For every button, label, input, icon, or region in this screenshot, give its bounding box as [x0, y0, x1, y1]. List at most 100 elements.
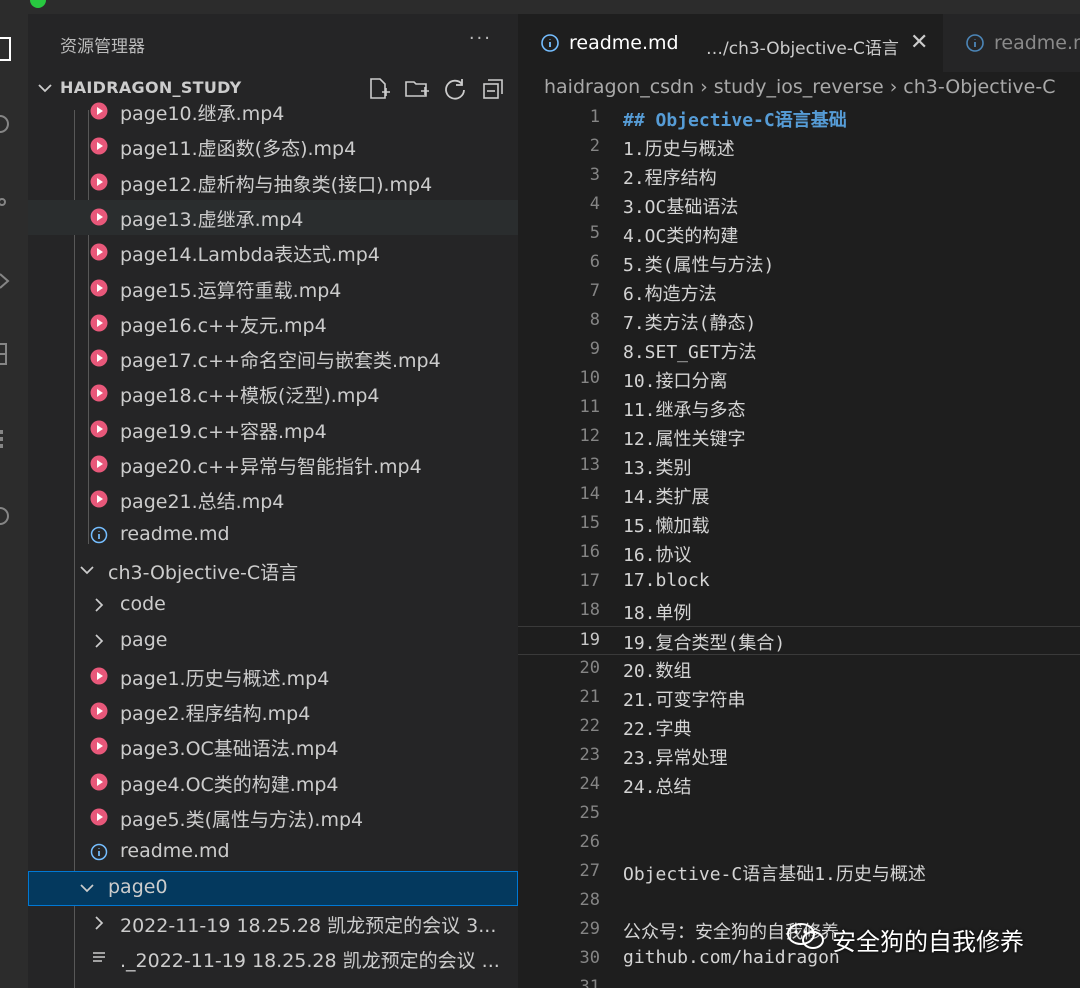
line-number: 16: [579, 542, 600, 562]
editor-line[interactable]: 16 16.协议: [518, 539, 1080, 568]
breadcrumb-item[interactable]: study_ios_reverse: [714, 76, 884, 98]
search-icon[interactable]: [0, 112, 14, 134]
tree-folder-item[interactable]: page: [28, 624, 518, 659]
breadcrumb-item[interactable]: ch3-Objective-C: [903, 76, 1055, 98]
editor-line[interactable]: 23 23.异常处理: [518, 742, 1080, 771]
timeline-icon[interactable]: [0, 504, 14, 526]
editor-line[interactable]: 7 6.构造方法: [518, 278, 1080, 307]
run-debug-icon[interactable]: [0, 268, 14, 290]
editor-line[interactable]: 1 ## Objective-C语言基础: [518, 104, 1080, 133]
editor-line[interactable]: 9 8.SET_GET方法: [518, 336, 1080, 365]
editor-line[interactable]: 28: [518, 887, 1080, 916]
editor-line[interactable]: 27 Objective-C语言基础1.历史与概述: [518, 858, 1080, 887]
line-number: 6: [589, 252, 600, 272]
tree-file-item[interactable]: readme.md: [28, 835, 518, 870]
tree-file-item[interactable]: readme.md: [28, 518, 518, 553]
editor-line[interactable]: 24 24.总结: [518, 771, 1080, 800]
remote-explorer-icon[interactable]: [0, 428, 14, 450]
tab-readme-other[interactable]: readme.m: [943, 14, 1080, 72]
line-number: 8: [589, 310, 600, 330]
video-file-icon: [90, 173, 108, 191]
explorer-icon[interactable]: [0, 36, 14, 61]
line-text: 6.构造方法: [623, 284, 717, 305]
editor-line[interactable]: 3 2.程序结构: [518, 162, 1080, 191]
tree-file-item[interactable]: page10.继承.mp4: [28, 94, 518, 129]
more-actions-button[interactable]: ···: [469, 28, 492, 49]
line-text: 15.懒加载: [623, 516, 710, 537]
tree-file-item[interactable]: page15.运算符重载.mp4: [28, 271, 518, 306]
editor-line[interactable]: 8 7.类方法(静态): [518, 307, 1080, 336]
tree-file-item[interactable]: page2.程序结构.mp4: [28, 694, 518, 729]
line-text: 10.接口分离: [623, 371, 728, 392]
line-text: 24.总结: [623, 777, 692, 798]
tree-folder-item[interactable]: 2022-11-19 18.25.28 凯龙预定的会议 3...: [28, 906, 518, 941]
tree-item-label: ch3-Objective-C语言: [108, 561, 299, 584]
source-control-icon[interactable]: [0, 190, 14, 212]
line-text: 14.类扩展: [623, 487, 710, 508]
line-text: 21.可变字符串: [623, 690, 746, 711]
editor-line[interactable]: 17 17.block: [518, 568, 1080, 597]
tree-file-item[interactable]: page5.类(属性与方法).mp4: [28, 800, 518, 835]
line-number: 3: [589, 165, 600, 185]
editor-line[interactable]: 12 12.属性关键字: [518, 423, 1080, 452]
editor-line[interactable]: 14 14.类扩展: [518, 481, 1080, 510]
editor-line[interactable]: 4 3.OC基础语法: [518, 191, 1080, 220]
line-number: 4: [589, 194, 600, 214]
line-number: 14: [579, 484, 600, 504]
video-file-icon: [90, 490, 108, 508]
editor-line[interactable]: 10 10.接口分离: [518, 365, 1080, 394]
editor-line[interactable]: 6 5.类(属性与方法): [518, 249, 1080, 278]
tree-file-item[interactable]: page3.OC基础语法.mp4: [28, 729, 518, 764]
editor-line[interactable]: 5 4.OC类的构建: [518, 220, 1080, 249]
tree-file-item[interactable]: page17.c++命名空间与嵌套类.mp4: [28, 341, 518, 376]
tree-file-item[interactable]: page20.c++异常与智能指针.mp4: [28, 447, 518, 482]
tree-folder-item[interactable]: ch3-Objective-C语言: [28, 553, 518, 588]
tree-file-item[interactable]: page18.c++模板(泛型).mp4: [28, 376, 518, 411]
close-icon[interactable]: ✕: [910, 30, 928, 55]
editor-line[interactable]: 2 1.历史与概述: [518, 133, 1080, 162]
editor-line[interactable]: 22 22.字典: [518, 713, 1080, 742]
tree-file-item[interactable]: page16.c++友元.mp4: [28, 306, 518, 341]
editor-line[interactable]: 25: [518, 800, 1080, 829]
tree-file-item[interactable]: page19.c++容器.mp4: [28, 412, 518, 447]
editor-line[interactable]: 13 13.类别: [518, 452, 1080, 481]
wechat-icon: [786, 921, 826, 957]
tree-file-item[interactable]: page4.OC类的构建.mp4: [28, 765, 518, 800]
editor-line[interactable]: 31: [518, 974, 1080, 988]
video-file-icon: [90, 137, 108, 155]
breadcrumb-item[interactable]: haidragon_csdn: [544, 76, 694, 98]
line-number: 5: [589, 223, 600, 243]
editor-line[interactable]: 20 20.数组: [518, 655, 1080, 684]
extensions-icon[interactable]: [0, 340, 14, 365]
video-file-icon: [90, 384, 108, 402]
line-number: 23: [579, 745, 600, 765]
editor-line[interactable]: 26: [518, 829, 1080, 858]
editor-line[interactable]: 21 21.可变字符串: [518, 684, 1080, 713]
line-number: 29: [579, 919, 600, 939]
line-text: 20.数组: [623, 661, 692, 682]
tree-item-label: readme.md: [120, 840, 230, 863]
video-file-icon: [90, 667, 108, 685]
editor-line[interactable]: 11 11.继承与多态: [518, 394, 1080, 423]
tree-file-item[interactable]: page14.Lambda表达式.mp4: [28, 235, 518, 270]
tree-item-label: page15.运算符重载.mp4: [120, 279, 342, 302]
tab-readme-active[interactable]: readme.md …/ch3-Objective-C语言 ✕: [518, 14, 943, 72]
tree-file-item[interactable]: page11.虚函数(多态).mp4: [28, 129, 518, 164]
tree-item-label: page10.继承.mp4: [120, 103, 285, 125]
tree-file-item[interactable]: page12.虚析构与抽象类(接口).mp4: [28, 165, 518, 200]
editor-line[interactable]: 18 18.单例: [518, 597, 1080, 626]
tree-file-item[interactable]: page21.总结.mp4: [28, 482, 518, 517]
tree-file-item[interactable]: page13.虚继承.mp4: [28, 199, 518, 235]
window-zoom-dot[interactable]: [30, 0, 46, 8]
tab-path: …/ch3-Objective-C语言: [706, 39, 899, 59]
tree-file-item[interactable]: page1.历史与概述.mp4: [28, 659, 518, 694]
breadcrumb: haidragon_csdn › study_ios_reverse › ch3-Obj…: [544, 76, 1055, 98]
tree-file-item[interactable]: ._2022-11-19 18.25.28 凯龙预定的会议 ...: [28, 941, 518, 976]
code-editor[interactable]: 1 ## Objective-C语言基础 2 1.历史与概述 3 2.程序结构 4 3.OC基…: [518, 104, 1080, 988]
activity-bar: [0, 0, 28, 988]
tree-item-label: page1.历史与概述.mp4: [120, 667, 330, 690]
editor-line[interactable]: 19 19.复合类型(集合): [518, 626, 1080, 655]
tree-folder-item[interactable]: page0: [28, 870, 518, 906]
tree-folder-item[interactable]: code: [28, 588, 518, 623]
editor-line[interactable]: 15 15.懒加载: [518, 510, 1080, 539]
